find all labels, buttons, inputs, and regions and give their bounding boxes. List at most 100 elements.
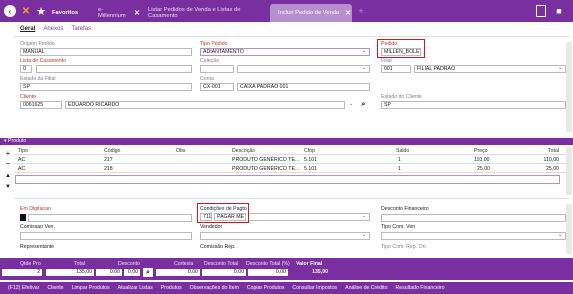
cliente-label: Cliente — [20, 94, 37, 100]
tab-geral[interactable]: Geral — [20, 26, 35, 32]
desconto-pct-value[interactable]: 0,00 — [124, 269, 140, 276]
observacoes-item-button[interactable]: Observações do Item — [190, 285, 239, 291]
tipo-pedido-select[interactable]: ADIANTAMENTO — [200, 48, 370, 56]
cliente-button[interactable]: Cliente — [47, 285, 63, 291]
chevron-down-icon[interactable]: ⌄ — [362, 48, 366, 54]
tab-anexos[interactable]: Anexos — [43, 26, 63, 32]
desconto-total-pct-label: Desconto Total (%) — [246, 261, 290, 267]
lower-scrollbar[interactable] — [566, 204, 572, 254]
filial-select[interactable]: FILIAL PADRÃO — [414, 65, 566, 73]
colecao-select[interactable] — [237, 65, 370, 73]
remove-row-icon[interactable]: − — [4, 159, 12, 168]
estado-filial-field[interactable]: SP — [20, 83, 192, 91]
qtde-pro-value: 2 — [2, 269, 42, 276]
analise-credito-button[interactable]: Análise de Crédito — [345, 285, 387, 291]
actions-bar: (F12) Efetivar Cliente Limpar Produtos A… — [0, 282, 573, 294]
vendedor-select[interactable] — [200, 232, 370, 240]
em-digitacao-field[interactable] — [28, 214, 192, 222]
col-descricao[interactable]: Descrição — [232, 147, 255, 155]
conta-code[interactable]: CX-001 — [200, 83, 234, 91]
color-swatch — [20, 214, 26, 221]
close-icon[interactable]: ✕ — [345, 9, 351, 17]
col-obs[interactable]: Obs — [176, 147, 186, 155]
col-tipo[interactable]: Tipo — [18, 147, 28, 155]
filial-code[interactable]: 001 — [381, 65, 411, 73]
chevron-down-icon[interactable]: ⌄ — [349, 101, 353, 107]
estado-filial-label: Estado da Filial — [20, 76, 56, 82]
atualizar-listas-button[interactable]: Atualizar Listas — [118, 285, 153, 291]
divider — [14, 198, 569, 199]
produto-section-header[interactable]: ▾ Produto — [0, 138, 573, 145]
comissao-rep-label: Comissão Rep. — [200, 244, 236, 250]
favorites-tab[interactable]: Favoritos — [46, 4, 78, 22]
total-label: Total — [74, 261, 85, 267]
move-up-icon[interactable]: ▲ — [4, 172, 12, 180]
tab-label: Listar Pedidos de Venda e Listas de Casa… — [148, 7, 241, 19]
chat-icon[interactable]: ■ — [552, 6, 566, 16]
chevron-down-icon[interactable]: ⌄ — [558, 232, 562, 238]
add-row-icon[interactable]: + — [4, 149, 12, 158]
resultado-financeiro-button[interactable]: Resultado Financeiro — [396, 285, 445, 291]
lista-casamento-label: Lista de Casamento — [20, 58, 67, 64]
origem-pedido-field[interactable]: MANUAL — [20, 48, 192, 56]
chevron-down-icon[interactable]: ⌄ — [362, 65, 366, 71]
move-down-icon[interactable]: ▼ — [4, 183, 12, 191]
vendedor-label: Vendedor — [200, 224, 223, 230]
lista-casamento-name[interactable] — [36, 65, 192, 73]
clipboard-icon[interactable] — [536, 5, 546, 17]
cortesia-value: 0,00 — [156, 269, 200, 276]
cell-total: 110,00 — [543, 157, 559, 163]
tab-incluir-pedido[interactable]: Incluir Pedido de Venda ✕ — [270, 4, 352, 22]
col-total[interactable]: Total — [548, 147, 559, 155]
conta-name[interactable]: CAIXA PADRÃO 001 — [237, 83, 370, 91]
cell-preco: 25,00 — [477, 166, 490, 172]
tipo-com-ven-select[interactable] — [381, 232, 566, 240]
condicoes-select[interactable] — [248, 213, 370, 221]
qtde-pro-label: Qtde Pro — [20, 261, 41, 267]
desconto-value[interactable]: 0,00 — [96, 269, 122, 276]
valor-final-label: Valor Final — [296, 261, 323, 267]
cell-saldo: 1 — [398, 166, 401, 172]
produtos-button[interactable]: Produtos — [161, 285, 182, 291]
top-bar: ‹ ✕ ★ Favoritos e-Millennium ✕ Listar Pe… — [0, 0, 573, 22]
tab-listar-pedidos[interactable]: Listar Pedidos de Venda e Listas de Casa… — [140, 4, 270, 22]
estado-cliente-field[interactable]: SP — [381, 101, 566, 109]
col-cfop[interactable]: Cfop — [304, 147, 315, 155]
comissao-ven-field[interactable] — [20, 232, 192, 240]
limpar-produtos-button[interactable]: Limpar Produtos — [72, 285, 110, 291]
colecao-label: Coleção — [200, 58, 220, 64]
colecao-code[interactable] — [200, 65, 234, 73]
table-row[interactable]: AC 218 PRODUTO GENÉRICO TE... 5.101 1 25… — [14, 165, 569, 173]
cell-tipo: AC — [18, 166, 26, 172]
efetivar-button[interactable]: (F12) Efetivar — [8, 285, 39, 291]
search-icon[interactable]: ⌕ — [143, 268, 153, 277]
chevron-down-icon[interactable]: ⌄ — [362, 213, 366, 219]
pedido-highlight — [377, 39, 425, 58]
chevron-down-icon[interactable]: ⌄ — [558, 65, 562, 71]
tab-e-millennium[interactable]: e-Millennium ✕ — [90, 4, 140, 22]
search-icon[interactable]: ⌕ — [359, 100, 368, 109]
table-row[interactable]: AC 217 PRODUTO GENÉRICO TE... 5.101 1 11… — [14, 156, 569, 164]
new-row-input[interactable] — [15, 175, 560, 184]
consultar-impostos-button[interactable]: Consultar Impostos — [292, 285, 337, 291]
col-saldo[interactable]: Saldo — [396, 147, 409, 155]
cliente-name[interactable]: EDUARDO RICARDO — [65, 101, 345, 109]
grid-scrollbar[interactable] — [566, 147, 572, 195]
col-codigo[interactable]: Código — [104, 147, 120, 155]
back-icon[interactable]: ‹ — [4, 5, 16, 17]
add-tab-icon[interactable]: + — [355, 5, 367, 17]
copiar-produtos-button[interactable]: Copiar Produtos — [247, 285, 285, 291]
lista-casamento-field[interactable]: 0 — [20, 65, 32, 73]
chevron-down-icon[interactable]: ⌄ — [362, 232, 366, 238]
desconto-total-label: Desconto Total — [204, 261, 239, 267]
tab-label: e-Millennium — [98, 7, 126, 19]
col-preco[interactable]: Preço — [474, 147, 488, 155]
desconto-financeiro-field[interactable] — [381, 214, 566, 222]
valor-final-value: 135,00 — [290, 269, 330, 276]
total-value: 135,00 — [46, 269, 94, 276]
cliente-code[interactable]: 0061625 — [20, 101, 62, 109]
origem-pedido-label: Origem Pedido — [20, 41, 55, 47]
tab-tarefas[interactable]: Tarefas — [71, 26, 91, 32]
cell-descricao: PRODUTO GENÉRICO TE... — [232, 166, 300, 172]
form-scrollbar[interactable] — [566, 42, 572, 132]
